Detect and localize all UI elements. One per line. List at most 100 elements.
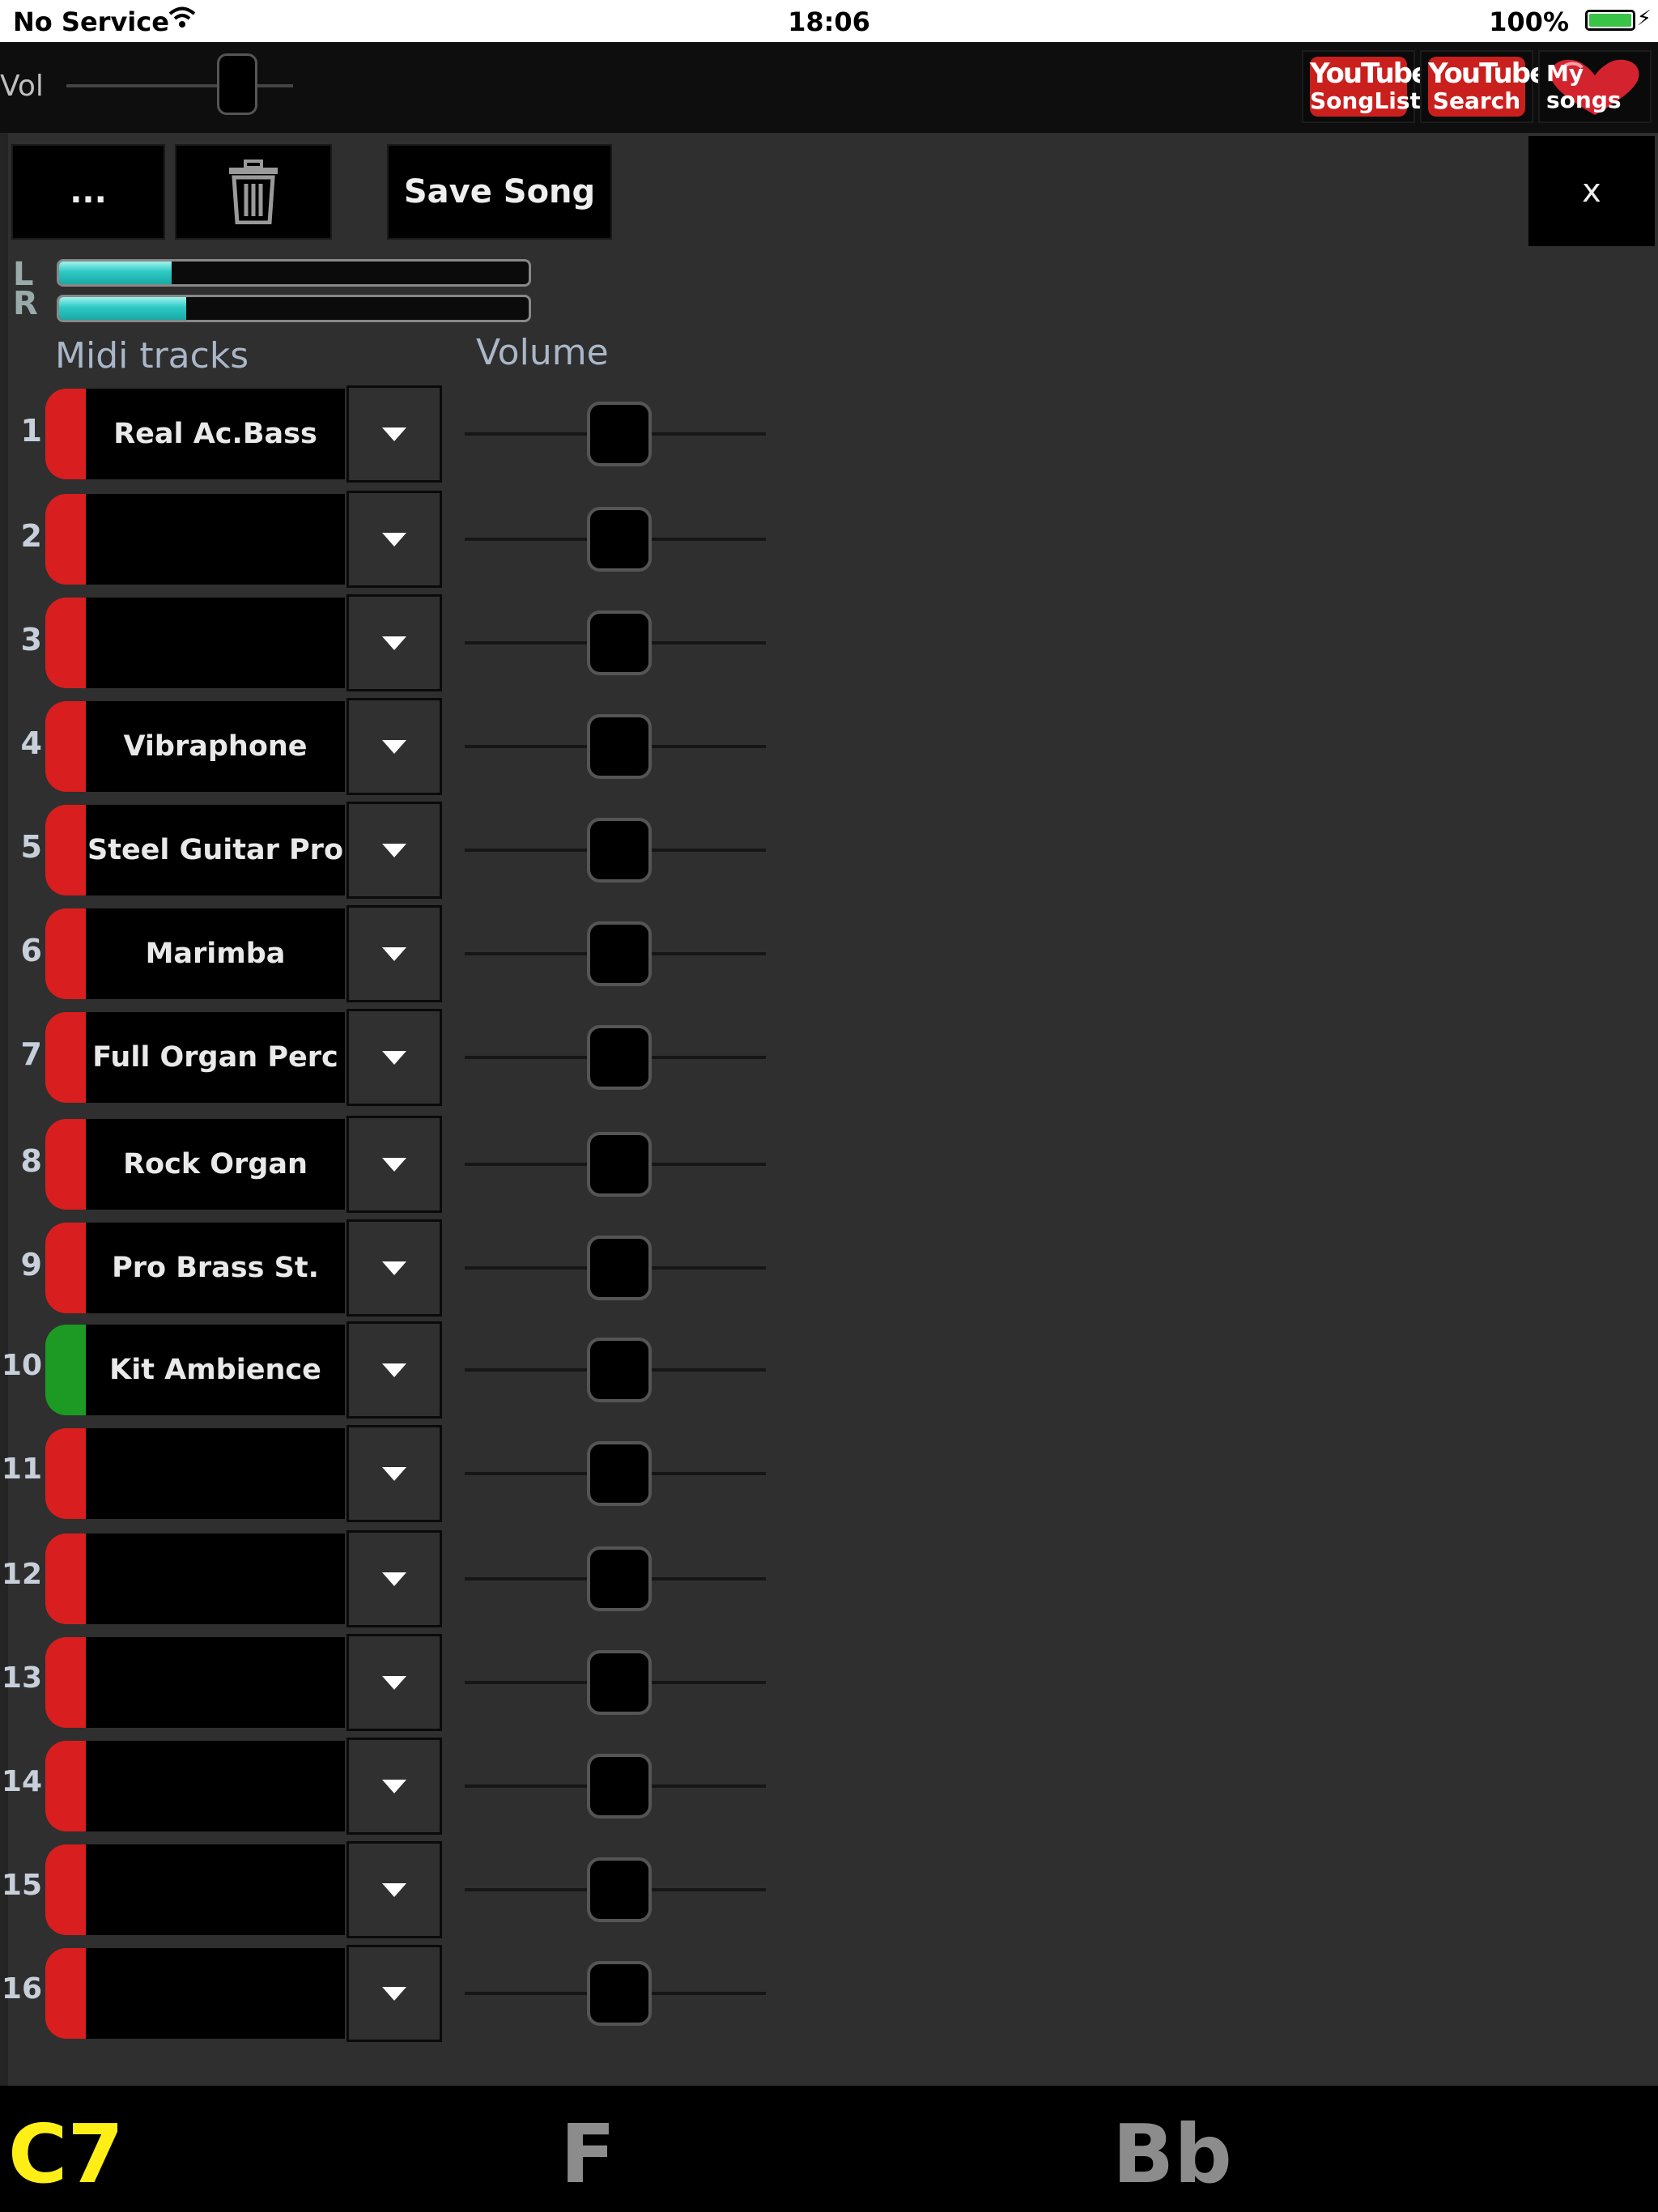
track-volume-thumb[interactable] xyxy=(587,1857,652,1922)
track-instrument[interactable] xyxy=(86,1741,345,1831)
instrument-dropdown-button[interactable] xyxy=(346,1841,442,1938)
track-color-tab[interactable] xyxy=(45,1223,87,1313)
youtube-search-button[interactable]: YouTube Search xyxy=(1420,50,1548,123)
instrument-dropdown-button[interactable] xyxy=(346,491,442,588)
track-color-tab[interactable] xyxy=(45,389,87,479)
track-row: 12 xyxy=(0,1530,810,1631)
save-song-button[interactable]: Save Song xyxy=(387,144,612,240)
track-volume-thumb[interactable] xyxy=(587,921,652,986)
track-instrument[interactable] xyxy=(86,1428,345,1519)
instrument-dropdown-button[interactable] xyxy=(346,802,442,899)
track-instrument[interactable] xyxy=(86,1948,345,2039)
track-color-tab[interactable] xyxy=(45,1119,87,1210)
instrument-dropdown-button[interactable] xyxy=(346,1738,442,1835)
more-button[interactable]: ... xyxy=(11,144,165,240)
track-number: 2 xyxy=(20,518,42,554)
my-songs-badge: My songs xyxy=(1546,57,1643,117)
track-volume-thumb[interactable] xyxy=(587,1754,652,1819)
track-instrument[interactable]: Marimba xyxy=(86,908,345,999)
instrument-dropdown-button[interactable] xyxy=(346,1530,442,1627)
instrument-dropdown-button[interactable] xyxy=(346,385,442,483)
track-volume-thumb[interactable] xyxy=(587,1025,652,1090)
track-color-tab[interactable] xyxy=(45,908,87,999)
track-color-tab[interactable] xyxy=(45,598,87,688)
chord-bar: C7 F Bb xyxy=(0,2086,1658,2212)
instrument-dropdown-button[interactable] xyxy=(346,905,442,1002)
midi-tracks-header: Midi tracks xyxy=(55,335,249,376)
track-instrument[interactable] xyxy=(86,494,345,585)
track-color-tab[interactable] xyxy=(45,1948,87,2039)
youtube-logo: YouTube xyxy=(1428,57,1548,90)
track-row: 11 xyxy=(0,1425,810,1525)
track-color-tab[interactable] xyxy=(45,1428,87,1519)
track-instrument[interactable]: Steel Guitar Pro xyxy=(86,805,345,895)
track-volume-thumb[interactable] xyxy=(587,1546,652,1611)
instrument-dropdown-button[interactable] xyxy=(346,1116,442,1213)
track-color-tab[interactable] xyxy=(45,1325,87,1415)
track-color-tab[interactable] xyxy=(45,701,87,792)
track-color-tab[interactable] xyxy=(45,1534,87,1624)
track-volume-thumb[interactable] xyxy=(587,1132,652,1197)
close-button[interactable]: x xyxy=(1528,136,1655,246)
left-level-fill xyxy=(59,262,172,284)
track-instrument[interactable]: Rock Organ xyxy=(86,1119,345,1210)
track-color-tab[interactable] xyxy=(45,1741,87,1831)
master-volume-track[interactable] xyxy=(66,84,293,87)
track-color-tab[interactable] xyxy=(45,494,87,585)
track-volume-thumb[interactable] xyxy=(587,610,652,675)
instrument-dropdown-button[interactable] xyxy=(346,698,442,795)
instrument-dropdown-button[interactable] xyxy=(346,1009,442,1106)
dropdown-arrow-icon xyxy=(382,946,406,961)
track-instrument[interactable] xyxy=(86,1534,345,1624)
instrument-dropdown-button[interactable] xyxy=(346,1219,442,1317)
instrument-dropdown-button[interactable] xyxy=(346,594,442,691)
track-instrument[interactable] xyxy=(86,1637,345,1728)
track-volume-thumb[interactable] xyxy=(587,818,652,883)
track-number: 9 xyxy=(20,1247,42,1283)
track-row: 10 Kit Ambience xyxy=(0,1321,810,1422)
vol-label: Vol xyxy=(0,70,44,103)
master-volume-thumb[interactable] xyxy=(217,53,257,115)
track-color-tab[interactable] xyxy=(45,805,87,895)
track-color-tab[interactable] xyxy=(45,1012,87,1103)
track-number: 14 xyxy=(1,1765,42,1798)
my-songs-button[interactable]: My songs xyxy=(1538,50,1652,123)
track-instrument[interactable] xyxy=(86,598,345,688)
track-number: 15 xyxy=(1,1869,42,1902)
instrument-dropdown-button[interactable] xyxy=(346,1321,442,1419)
next-chord: F xyxy=(560,2107,616,2201)
track-volume-thumb[interactable] xyxy=(587,1338,652,1402)
next-chord: Bb xyxy=(1112,2107,1232,2201)
right-channel-label: R xyxy=(13,285,38,322)
track-number: 13 xyxy=(1,1661,42,1695)
track-instrument[interactable]: Full Organ Perc xyxy=(86,1012,345,1103)
instrument-dropdown-button[interactable] xyxy=(346,1945,442,2042)
track-instrument[interactable]: Pro Brass St. xyxy=(86,1223,345,1313)
track-instrument[interactable]: Kit Ambience xyxy=(86,1325,345,1415)
track-volume-thumb[interactable] xyxy=(587,1441,652,1506)
track-volume-thumb[interactable] xyxy=(587,1650,652,1715)
instrument-dropdown-button[interactable] xyxy=(346,1634,442,1731)
track-volume-thumb[interactable] xyxy=(587,402,652,466)
track-color-tab[interactable] xyxy=(45,1844,87,1935)
track-color-tab[interactable] xyxy=(45,1637,87,1728)
instrument-dropdown-button[interactable] xyxy=(346,1425,442,1522)
track-number: 8 xyxy=(20,1143,42,1179)
track-volume-thumb[interactable] xyxy=(587,1236,652,1300)
track-number: 12 xyxy=(1,1558,42,1591)
track-instrument[interactable]: Vibraphone xyxy=(86,701,345,792)
track-row: 5 Steel Guitar Pro xyxy=(0,802,810,902)
track-volume-thumb[interactable] xyxy=(587,714,652,779)
youtube-songlist-button[interactable]: YouTube SongList xyxy=(1302,50,1430,123)
delete-button[interactable] xyxy=(175,144,332,240)
track-row: 3 xyxy=(0,594,810,695)
my-songs-label: My songs xyxy=(1546,60,1622,113)
track-row: 13 xyxy=(0,1634,810,1734)
track-instrument[interactable] xyxy=(86,1844,345,1935)
battery-percent: 100% xyxy=(1489,6,1569,37)
track-volume-thumb[interactable] xyxy=(587,507,652,572)
track-instrument[interactable]: Real Ac.Bass xyxy=(86,389,345,479)
track-number: 6 xyxy=(20,933,42,968)
dropdown-arrow-icon xyxy=(382,1882,406,1897)
track-volume-thumb[interactable] xyxy=(587,1961,652,2026)
